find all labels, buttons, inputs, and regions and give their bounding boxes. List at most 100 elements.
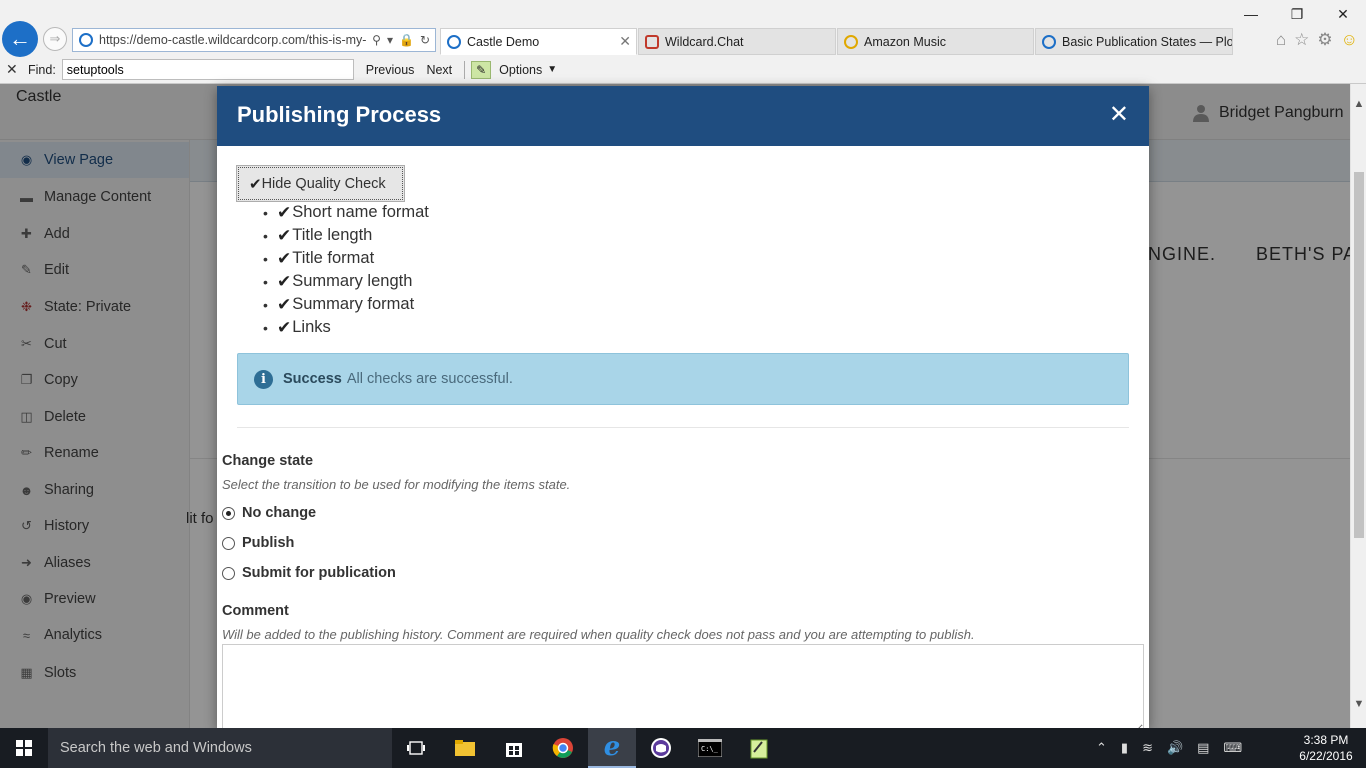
- tab-label: Wildcard.Chat: [665, 34, 744, 49]
- lock-icon[interactable]: 🔒: [399, 33, 414, 47]
- browser-chrome: ← ⇒ https://demo-castle.wildcardcorp.com…: [0, 0, 1366, 84]
- button-label: Hide Quality Check: [261, 175, 386, 192]
- tab-label: Amazon Music: [864, 34, 946, 49]
- svg-text:C:\_: C:\_: [701, 745, 719, 753]
- scroll-up-icon[interactable]: ▲: [1351, 96, 1366, 113]
- minimize-icon[interactable]: —: [1228, 0, 1274, 28]
- close-tab-icon[interactable]: ✕: [619, 33, 631, 50]
- site-icon: [79, 33, 93, 47]
- clock-time: 3:38 PM: [1303, 733, 1349, 747]
- store-icon[interactable]: [490, 728, 538, 768]
- bullet: •: [263, 296, 268, 313]
- check-label: Short name format: [292, 203, 429, 221]
- alert-text: All checks are successful.: [346, 371, 513, 387]
- close-icon[interactable]: ✕: [1109, 100, 1129, 130]
- page-scrollbar[interactable]: ▲ ▼: [1350, 84, 1366, 728]
- search-icon[interactable]: ⚲: [372, 33, 381, 47]
- change-state-label: Change state: [222, 453, 314, 469]
- check-icon: ✔: [249, 175, 262, 193]
- highlight-pencil-icon[interactable]: ✎: [471, 60, 492, 79]
- tab-amazon-music[interactable]: Amazon Music: [837, 28, 1034, 55]
- notifications-icon[interactable]: ▤: [1197, 740, 1209, 756]
- find-input[interactable]: [61, 59, 354, 80]
- taskbar-search[interactable]: Search the web and Windows: [48, 728, 392, 768]
- quality-check-list: • ✔ Short name format • ✔ Title length • ✔ Tit…: [263, 201, 429, 339]
- tab-castle-demo[interactable]: Castle Demo ✕: [440, 28, 637, 55]
- find-previous-button[interactable]: Previous: [366, 63, 415, 77]
- restore-icon[interactable]: ❐: [1274, 0, 1320, 28]
- comment-label: Comment: [222, 603, 289, 619]
- window-controls: — ❐ ✕: [1228, 0, 1366, 28]
- radio-submit-for-publication[interactable]: Submit for publication: [222, 565, 396, 581]
- settings-gear-icon[interactable]: ⚙: [1317, 30, 1332, 50]
- bullet: •: [263, 273, 268, 290]
- hide-quality-check-button[interactable]: ✔ Hide Quality Check: [236, 165, 405, 202]
- alert-title: Success: [283, 371, 342, 387]
- internet-explorer-icon[interactable]: e: [588, 728, 636, 768]
- close-window-icon[interactable]: ✕: [1320, 0, 1366, 28]
- wifi-icon[interactable]: ≋: [1142, 740, 1153, 756]
- notepad-plus-icon[interactable]: [735, 728, 783, 768]
- address-bar[interactable]: https://demo-castle.wildcardcorp.com/thi…: [72, 28, 436, 52]
- plone-icon: [1042, 34, 1056, 49]
- bullet: •: [263, 250, 268, 267]
- battery-icon[interactable]: ▮: [1121, 740, 1128, 756]
- find-options-button[interactable]: Options: [499, 63, 542, 77]
- radio-button[interactable]: [222, 566, 235, 580]
- radio-button[interactable]: [222, 506, 235, 520]
- list-item: • ✔ Title length: [263, 224, 429, 247]
- tab-publication-states[interactable]: Basic Publication States — Plo...: [1035, 28, 1233, 55]
- clock-date: 6/22/2016: [1299, 749, 1353, 763]
- list-item: • ✔ Summary format: [263, 293, 429, 316]
- radio-button[interactable]: [222, 536, 235, 550]
- chevron-up-icon[interactable]: ⌃: [1096, 740, 1107, 756]
- command-prompt-icon[interactable]: C:\_: [686, 728, 734, 768]
- system-tray: ⌃ ▮ ≋ 🔊 ▤ ⌨: [1096, 728, 1242, 768]
- windows-logo-icon: [16, 740, 32, 756]
- close-find-icon[interactable]: ✕: [6, 61, 24, 78]
- check-label: Links: [292, 318, 331, 336]
- check-label: Summary length: [292, 272, 413, 290]
- file-explorer-icon[interactable]: [441, 728, 489, 768]
- bullet: •: [263, 204, 268, 221]
- favorites-icon[interactable]: ☆: [1294, 30, 1309, 50]
- home-icon[interactable]: ⌂: [1276, 30, 1286, 50]
- scroll-thumb[interactable]: [1354, 172, 1364, 538]
- chat-icon: [645, 34, 659, 49]
- radio-label: Submit for publication: [242, 565, 396, 581]
- address-url[interactable]: https://demo-castle.wildcardcorp.com/thi…: [99, 33, 372, 47]
- chat-app-icon[interactable]: [637, 728, 685, 768]
- taskbar-clock[interactable]: 3:38 PM 6/22/2016: [1294, 732, 1358, 764]
- refresh-icon[interactable]: ↻: [420, 33, 430, 47]
- back-button[interactable]: ←: [2, 21, 38, 57]
- start-button[interactable]: [0, 728, 48, 768]
- change-state-help: Select the transition to be used for mod…: [222, 477, 571, 492]
- radio-label: No change: [242, 505, 317, 521]
- scroll-down-icon[interactable]: ▼: [1351, 696, 1366, 713]
- forward-button[interactable]: ⇒: [43, 27, 67, 51]
- chevron-down-icon[interactable]: ▼: [547, 64, 557, 75]
- comment-help: Will be added to the publishing history.…: [222, 627, 975, 642]
- check-label: Summary format: [292, 295, 415, 313]
- smiley-icon[interactable]: ☺: [1341, 30, 1358, 50]
- check-icon: ✔: [277, 317, 292, 337]
- tab-wildcard-chat[interactable]: Wildcard.Chat: [638, 28, 836, 55]
- find-next-button[interactable]: Next: [426, 63, 452, 77]
- list-item: • ✔ Summary length: [263, 270, 429, 293]
- check-label: Title format: [292, 249, 375, 267]
- keyboard-icon[interactable]: ⌨: [1223, 740, 1242, 756]
- volume-icon[interactable]: 🔊: [1167, 740, 1183, 756]
- check-icon: ✔: [277, 202, 292, 222]
- check-icon: ✔: [277, 294, 292, 314]
- radio-publish[interactable]: Publish: [222, 535, 294, 551]
- check-icon: ✔: [277, 248, 292, 268]
- modal-header: Publishing Process ✕: [217, 86, 1149, 146]
- castle-icon: [447, 34, 461, 49]
- address-tools: ⚲ ▾ 🔒 ↻: [372, 33, 435, 47]
- task-view-icon[interactable]: [392, 728, 440, 768]
- radio-no-change[interactable]: No change: [222, 505, 316, 521]
- chrome-icon[interactable]: [539, 728, 587, 768]
- ie-icon: [844, 34, 858, 49]
- comment-textarea[interactable]: [222, 644, 1144, 728]
- dropdown-icon[interactable]: ▾: [387, 33, 393, 47]
